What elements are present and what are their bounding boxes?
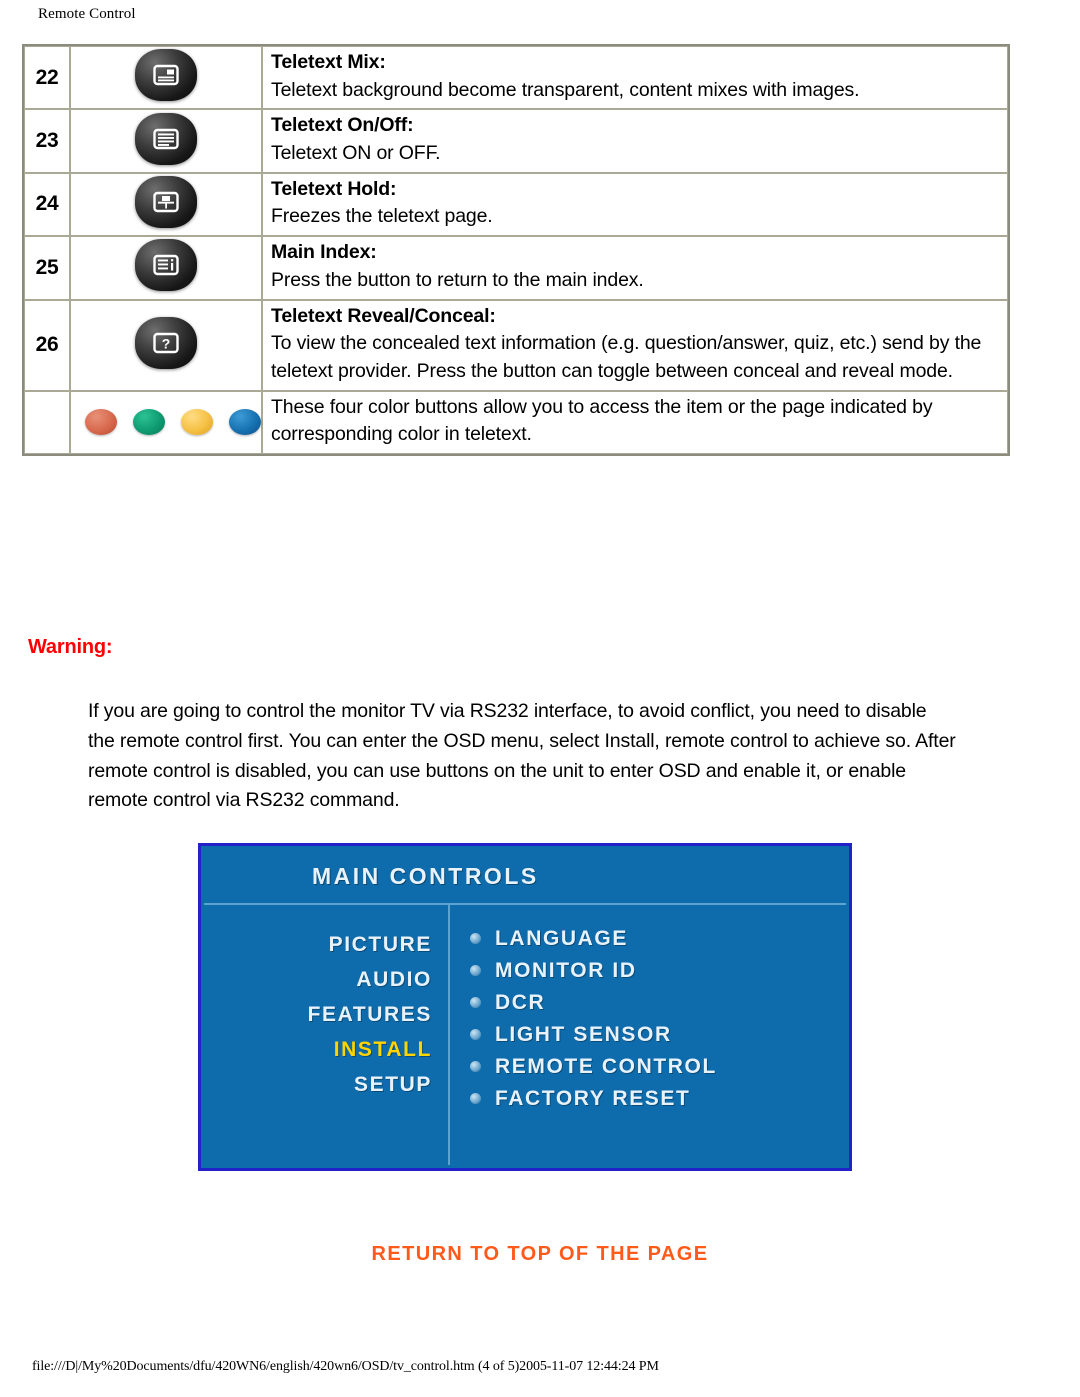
row-body: Press the button to return to the main i… [271,268,644,291]
osd-suboption-label: LANGUAGE [495,927,628,950]
table-row: 25 Main Index: Press the button to retur… [24,236,1008,300]
row-description-cell: Teletext Reveal/Conceal: To view the con… [262,299,1008,391]
row-icon-cell [70,109,262,173]
osd-title-bar: MAIN CONTROLS [204,849,846,905]
osd-suboption-dcr[interactable]: DCR [470,987,846,1019]
row-number: 22 [35,65,59,89]
row-number: 26 [35,333,59,357]
table-row: 23 Teletext On/Off: Teletext ON or OFF. [24,109,1008,173]
row-description-cell: These four color buttons allow you to ac… [262,390,1008,454]
osd-inner: MAIN CONTROLS PICTURE AUDIO FEATURES INS… [204,849,846,1165]
bullet-icon [470,1092,481,1104]
row-title: Teletext On/Off: [271,114,414,137]
row-number: 25 [35,255,59,279]
green-color-button [133,409,165,436]
osd-suboption-label: MONITOR ID [495,958,637,982]
row-description-cell: Teletext On/Off: Teletext ON or OFF. [262,109,1008,173]
table-row: 26 ? Teletext Reveal/Conceal: To view th… [24,299,1008,391]
osd-menu: MAIN CONTROLS PICTURE AUDIO FEATURES INS… [198,843,852,1171]
row-body: Freezes the teletext page. [271,205,493,228]
osd-suboption-label: DCR [495,990,546,1014]
warning-body: If you are going to control the monitor … [88,700,956,812]
remote-button-table: 22 Teletext Mix: Teletext background bec… [22,44,1010,456]
osd-category-list: PICTURE AUDIO FEATURES INSTALL SETUP [204,905,450,1165]
table-row: 24 Teletext Hold: Freezes the teletext p… [24,172,1008,237]
osd-suboption-label: REMOTE CONTROL [495,1054,717,1078]
row-body: Teletext background become transparent, … [271,78,860,101]
bullet-icon [470,965,481,977]
bullet-icon [470,933,481,945]
row-title: Teletext Hold: [271,177,397,200]
row-body: Teletext ON or OFF. [271,142,441,165]
row-body: To view the concealed text information (… [271,332,982,382]
teletext-mix-button-icon [135,49,197,102]
red-color-button [85,409,117,436]
osd-suboption-light-sensor[interactable]: LIGHT SENSOR [470,1019,846,1051]
row-icon-cell [70,46,262,110]
bullet-icon [470,1029,481,1041]
question-mark-glyph-icon: ? [153,332,179,353]
row-number-cell: 24 [24,172,70,237]
page-title: Remote Control [38,6,136,22]
osd-item-setup[interactable]: SETUP [204,1067,432,1102]
row-number-cell: 23 [24,109,70,173]
teletext-hold-glyph-icon [153,191,179,213]
row-description-cell: Teletext Mix: Teletext background become… [262,46,1008,110]
bullet-icon [470,997,481,1009]
row-title: Main Index: [271,241,377,264]
return-to-top-link[interactable]: RETURN TO TOP OF THE PAGE [0,1243,1080,1266]
osd-item-picture[interactable]: PICTURE [204,927,432,962]
osd-suboption-remote-control[interactable]: REMOTE CONTROL [470,1051,846,1083]
yellow-color-button [181,409,213,436]
teletext-reveal-conceal-button-icon: ? [135,316,197,369]
osd-suboption-language[interactable]: LANGUAGE [470,923,846,955]
teletext-onoff-button-icon [135,112,197,165]
row-number-cell: 26 [24,299,70,391]
teletext-mix-glyph-icon [153,64,179,86]
row-icon-cell [70,172,262,237]
row-title: Teletext Mix: [271,51,386,73]
bullet-icon [470,1061,481,1073]
row-title: Teletext Reveal/Conceal: [271,304,496,327]
osd-suboption-factory-reset[interactable]: FACTORY RESET [470,1083,846,1115]
row-icon-cell [70,236,262,300]
teletext-onoff-glyph-icon [153,128,179,149]
row-number: 24 [35,192,59,216]
footer-path: file:///D|/My%20Documents/dfu/420WN6/eng… [32,1359,659,1374]
osd-item-features[interactable]: FEATURES [204,997,432,1032]
blue-color-button [229,409,261,436]
osd-suboption-label: LIGHT SENSOR [495,1022,672,1046]
osd-item-audio[interactable]: AUDIO [204,962,432,997]
row-description-cell: Main Index: Press the button to return t… [262,236,1008,300]
row-body: These four color buttons allow you to ac… [271,395,933,446]
osd-title: MAIN CONTROLS [312,862,539,889]
osd-columns: PICTURE AUDIO FEATURES INSTALL SETUP LAN… [204,905,846,1165]
row-number-cell: 22 [24,46,70,110]
row-icon-cell: ? [70,299,262,391]
color-button-group [71,403,261,441]
warning-heading: Warning: [28,636,113,658]
table-row: 22 Teletext Mix: Teletext background bec… [24,46,1008,110]
osd-item-install[interactable]: INSTALL [204,1032,432,1067]
row-number: 23 [35,129,59,153]
osd-suboption-label: FACTORY RESET [495,1086,691,1110]
table-row-color-buttons: These four color buttons allow you to ac… [24,390,1008,454]
main-index-glyph-icon [153,255,179,276]
row-number-cell [24,390,70,454]
color-buttons-cell [70,390,262,454]
svg-text:?: ? [162,335,171,351]
teletext-hold-button-icon [135,175,197,228]
osd-suboption-list: LANGUAGE MONITOR ID DCR LIGHT SENSOR REM… [450,905,846,1165]
row-description-cell: Teletext Hold: Freezes the teletext page… [262,172,1008,237]
main-index-button-icon [135,239,197,292]
osd-suboption-monitor-id[interactable]: MONITOR ID [470,955,846,987]
row-number-cell: 25 [24,236,70,300]
